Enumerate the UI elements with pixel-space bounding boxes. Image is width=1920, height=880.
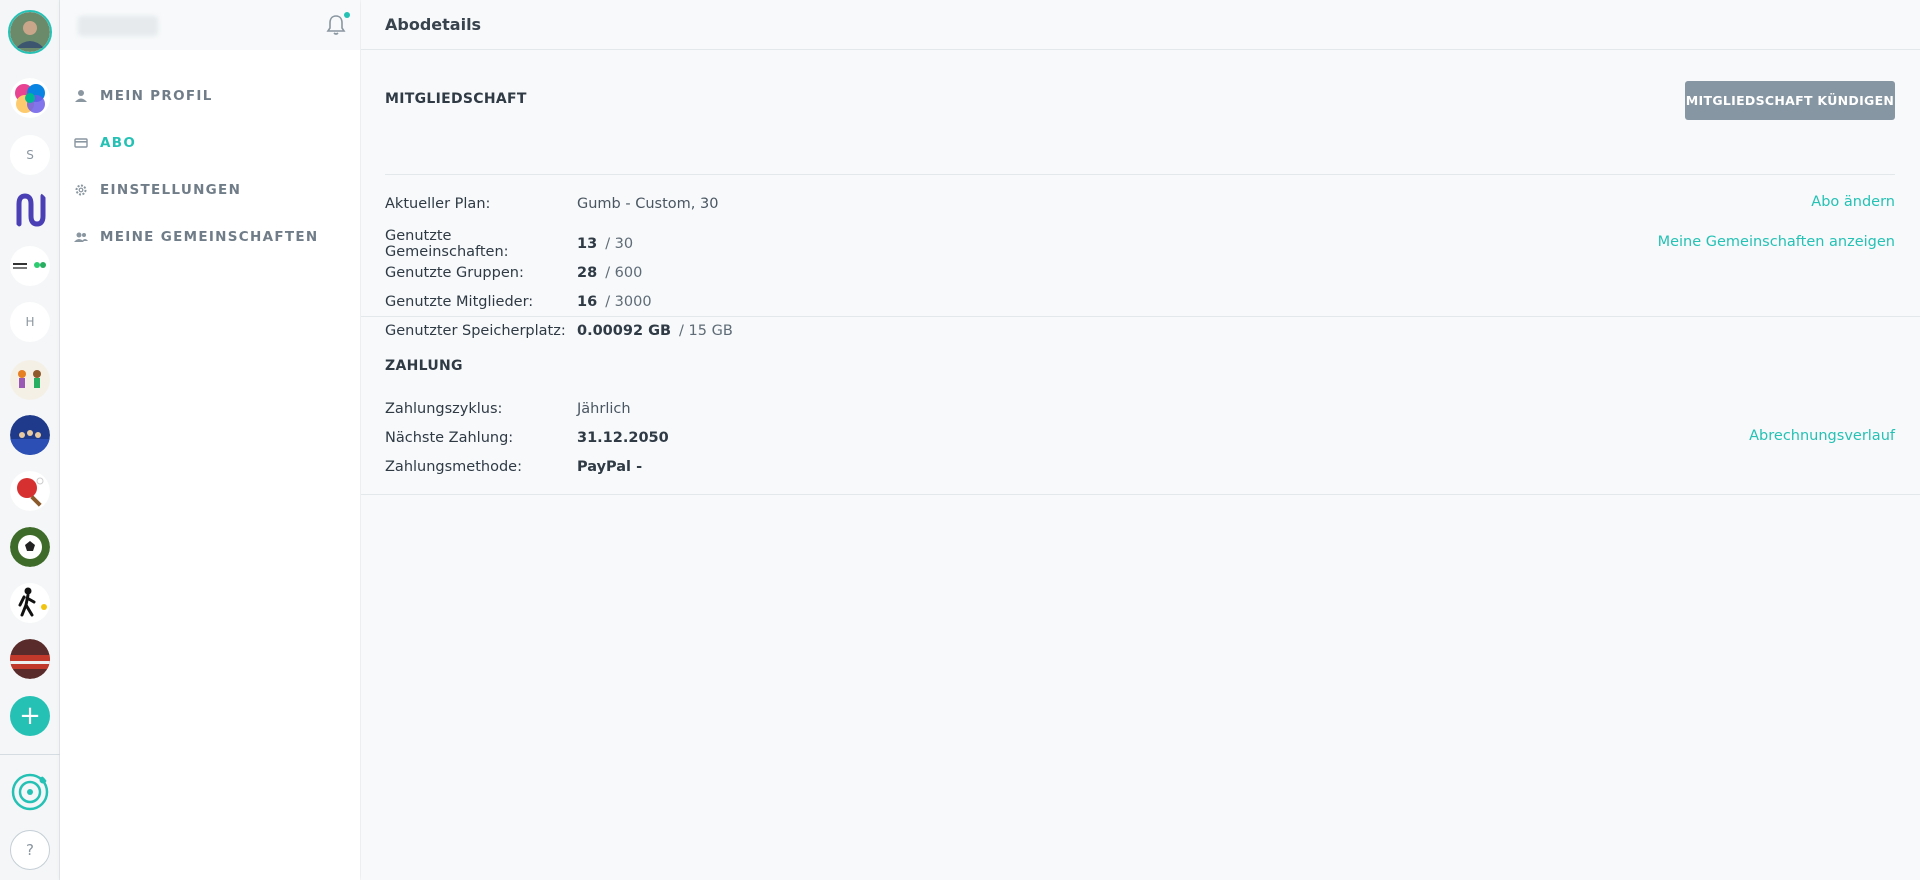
membership-section: MITGLIEDSCHAFT MITGLIEDSCHAFT KÜNDIGEN A… [361, 50, 1920, 339]
question-icon: ? [26, 841, 34, 859]
payment-method-row: Zahlungsmethode: PayPal - [385, 457, 642, 477]
sidebar-nav: MEIN PROFIL ABO EINSTELLUNGEN MEINE GEME… [60, 72, 360, 260]
payment-method-label: Zahlungsmethode: [385, 459, 522, 475]
colorful-brain-icon [10, 78, 50, 118]
community-h-letter: H [25, 315, 35, 329]
group-photo-icon [10, 639, 50, 679]
table-tennis-icon [10, 471, 50, 511]
bell-icon[interactable] [326, 14, 346, 36]
orbit-icon [11, 773, 49, 811]
discover-button[interactable] [10, 772, 50, 812]
sidebar-item-label: EINSTELLUNGEN [100, 181, 242, 198]
community-colorful[interactable] [10, 78, 50, 118]
main-content: Abodetails MITGLIEDSCHAFT MITGLIEDSCHAFT… [361, 0, 1920, 880]
usage-limit: / 30 [605, 236, 634, 252]
hiker-icon [18, 587, 47, 617]
gear-icon [75, 184, 87, 195]
rail-divider [0, 754, 60, 755]
community-team[interactable] [10, 415, 50, 455]
credit-card-icon [74, 137, 88, 148]
cancel-membership-button[interactable]: MITGLIEDSCHAFT KÜNDIGEN [1685, 81, 1895, 120]
plan-label: Aktueller Plan: [385, 196, 491, 212]
plus-icon: + [19, 701, 41, 731]
sidebar-item-meine-gemeinschaften[interactable]: MEINE GEMEINSCHAFTEN [60, 213, 360, 260]
community-s[interactable]: S [10, 135, 50, 175]
page-title: Abodetails [385, 15, 482, 34]
change-plan-link[interactable]: Abo ändern [1811, 194, 1895, 210]
settings-sidebar: MEIN PROFIL ABO EINSTELLUNGEN MEINE GEME… [60, 0, 360, 880]
sidebar-item-einstellungen[interactable]: EINSTELLUNGEN [60, 166, 360, 213]
community-table-tennis[interactable] [10, 471, 50, 511]
sidebar-item-label: MEIN PROFIL [100, 87, 213, 104]
usage-value: 28 / 600 [577, 265, 642, 281]
plan-divider [385, 174, 1895, 175]
next-payment-label: Nächste Zahlung: [385, 430, 514, 446]
billing-history-link[interactable]: Abrechnungsverlauf [1749, 428, 1895, 444]
usage-label: Genutzte Mitglieder: [385, 294, 534, 310]
payment-cycle-label: Zahlungszyklus: [385, 401, 503, 417]
partner-logo-icon [13, 262, 46, 269]
community-soccer[interactable] [10, 527, 50, 567]
usage-limit: / 600 [605, 265, 643, 281]
payment-cycle-value: Jährlich [577, 401, 631, 417]
membership-title: MITGLIEDSCHAFT [385, 91, 527, 107]
help-button[interactable]: ? [10, 830, 50, 870]
plan-row: Aktueller Plan: Gumb - Custom, 30 [385, 194, 718, 214]
usage-label: Genutzte Gruppen: [385, 265, 524, 281]
n-logo-icon [16, 193, 46, 227]
payment-title: ZAHLUNG [385, 358, 463, 374]
soccer-ball-icon [10, 527, 50, 567]
community-logo-n[interactable] [10, 190, 50, 230]
payment-cycle-row: Zahlungszyklus: Jährlich [385, 399, 631, 419]
next-payment-row: Nächste Zahlung: 31.12.2050 [385, 428, 669, 448]
community-rail: S H + ? [0, 0, 60, 880]
payment-section: ZAHLUNG Zahlungszyklus: Jährlich Nächste… [361, 317, 1920, 495]
show-communities-link[interactable]: Meine Gemeinschaften anzeigen [1658, 234, 1895, 250]
community-s-letter: S [26, 148, 34, 162]
community-h[interactable]: H [10, 302, 50, 342]
community-group-photo[interactable] [10, 639, 50, 679]
add-community-button[interactable]: + [10, 696, 50, 736]
team-photo-icon [10, 415, 50, 455]
notification-dot [344, 12, 350, 18]
kids-drawing-icon [10, 360, 50, 400]
group-icon [74, 232, 88, 242]
user-avatar[interactable] [8, 10, 52, 54]
usage-used: 13 [577, 236, 598, 252]
sidebar-item-abo[interactable]: ABO [60, 119, 360, 166]
payment-method-value: PayPal - [577, 459, 643, 475]
usage-row-communities: Genutzte Gemeinschaften: 13 / 30 [385, 228, 633, 260]
user-name-blurred [78, 16, 158, 36]
community-hiking[interactable] [10, 583, 50, 623]
community-kids[interactable] [10, 360, 50, 400]
usage-used: 28 [577, 265, 598, 281]
usage-label: Genutzte Gemeinschaften: [385, 228, 509, 260]
usage-row-members: Genutzte Mitglieder: 16 / 3000 [385, 292, 652, 312]
sidebar-item-mein-profil[interactable]: MEIN PROFIL [60, 72, 360, 119]
plan-value: Gumb - Custom, 30 [577, 196, 719, 212]
usage-row-groups: Genutzte Gruppen: 28 / 600 [385, 263, 642, 283]
sidebar-item-label: ABO [100, 134, 137, 151]
community-logos[interactable] [10, 246, 50, 286]
usage-used: 16 [577, 294, 598, 310]
avatar-image-icon [10, 12, 50, 52]
person-icon [75, 89, 87, 102]
usage-value: 16 / 3000 [577, 294, 652, 310]
sidebar-header [60, 0, 360, 50]
page-header: Abodetails [361, 0, 1920, 50]
usage-value: 13 / 30 [577, 236, 633, 252]
usage-limit: / 3000 [605, 294, 652, 310]
next-payment-value: 31.12.2050 [577, 430, 669, 446]
sidebar-item-label: MEINE GEMEINSCHAFTEN [100, 228, 319, 245]
